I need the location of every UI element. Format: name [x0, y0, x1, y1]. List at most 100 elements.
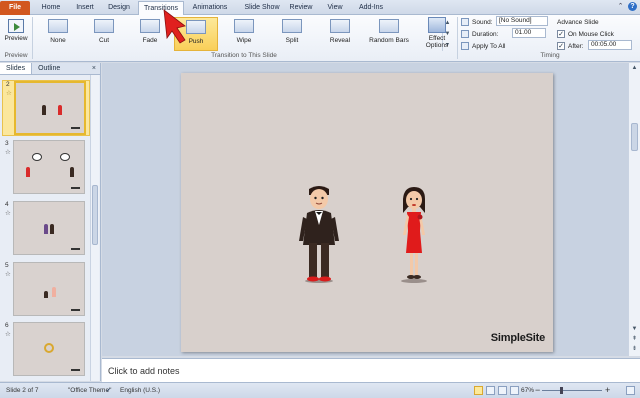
- transition-label: Random Bars: [369, 37, 409, 44]
- bride-figure: [44, 224, 48, 234]
- current-slide[interactable]: SimpleSite: [181, 73, 553, 352]
- ring-icon: [44, 343, 54, 353]
- transition-star-icon: ☆: [5, 210, 11, 217]
- zoom-in-icon[interactable]: +: [605, 385, 610, 395]
- tab-design[interactable]: Design: [103, 1, 135, 15]
- transition-star-icon: ☆: [5, 149, 11, 156]
- spelling-icon[interactable]: ✔: [106, 387, 111, 394]
- zoom-slider[interactable]: [542, 387, 602, 394]
- groom-figure: [50, 224, 54, 234]
- tab-animations[interactable]: Animations: [188, 1, 232, 15]
- zoom-slider-knob[interactable]: [559, 387, 563, 394]
- scroll-up-icon[interactable]: ▲: [630, 64, 639, 73]
- previous-slide-icon[interactable]: ⇞: [630, 335, 639, 344]
- after-checkbox[interactable]: ✓: [557, 42, 565, 50]
- preview-icon: [8, 19, 24, 33]
- tab-add-ins[interactable]: Add-Ins: [354, 1, 388, 15]
- group-divider: [32, 17, 33, 59]
- logo-mark: [71, 248, 80, 250]
- on-mouse-click-checkbox[interactable]: ✓: [557, 30, 565, 38]
- duration-icon: [461, 30, 469, 38]
- slide-counter: Slide 2 of 7: [6, 387, 39, 394]
- apply-to-all-button[interactable]: Apply To All: [461, 41, 505, 51]
- slide-sorter-icon[interactable]: [486, 386, 495, 395]
- ribbon-tab-bar: File Home Insert Design Transitions Anim…: [0, 0, 640, 16]
- slides-scrollbar[interactable]: [90, 75, 99, 381]
- help-icon[interactable]: ?: [628, 2, 637, 11]
- tab-outline[interactable]: Outline: [32, 63, 66, 74]
- slide-thumbnail-2[interactable]: 2 ☆: [2, 80, 90, 136]
- tab-home[interactable]: Home: [36, 1, 66, 15]
- notes-pane[interactable]: Click to add notes: [102, 358, 640, 382]
- transition-cut[interactable]: Cut: [82, 17, 126, 51]
- after-row: ✓ After:: [557, 41, 584, 51]
- reading-view-icon[interactable]: [498, 386, 507, 395]
- transition-split[interactable]: Split: [270, 17, 314, 51]
- slides-scroll-thumb[interactable]: [92, 185, 98, 245]
- group-divider: [457, 17, 458, 59]
- transition-star-icon: ☆: [5, 331, 11, 338]
- transition-random-bars-icon: [379, 19, 399, 33]
- slide-show-view-icon[interactable]: [510, 386, 519, 395]
- tab-view[interactable]: View: [322, 1, 348, 15]
- sound-label: Sound:: [472, 18, 493, 26]
- transition-split-icon: [282, 19, 302, 33]
- editor-scrollbar[interactable]: ▲ ▼ ⇞ ⇟: [628, 63, 640, 356]
- slide-thumbnail-5[interactable]: 5 ☆: [2, 262, 90, 318]
- advance-slide-label: Advance Slide: [557, 18, 599, 26]
- groom-figure: [70, 167, 74, 177]
- after-label: After:: [568, 42, 584, 50]
- groom-illustration: [299, 186, 339, 283]
- slide-number: 2: [6, 81, 10, 88]
- close-pane-icon[interactable]: ×: [92, 63, 96, 74]
- slide-thumbnail-6[interactable]: 6 ☆: [2, 322, 90, 378]
- slide-number: 6: [5, 322, 9, 329]
- zoom-level[interactable]: 67%: [521, 387, 534, 394]
- thought-bubble-icon: [60, 153, 70, 161]
- transition-label: Reveal: [329, 37, 351, 44]
- transition-label: None: [50, 37, 66, 44]
- sound-dropdown[interactable]: [No Sound]: [496, 16, 548, 26]
- effect-options-label-2: Options: [425, 42, 449, 49]
- tab-file[interactable]: File: [0, 1, 30, 15]
- transition-label: Wipe: [236, 37, 252, 44]
- effect-options-button[interactable]: Effect Options: [420, 17, 454, 51]
- preview-button[interactable]: Preview: [2, 19, 30, 49]
- slides-pane: Slides Outline × 2 ☆ 3 ☆ 4 ☆ 5 ☆ 6 ☆: [0, 63, 101, 381]
- zoom-out-icon[interactable]: −: [535, 385, 540, 395]
- theme-name: "Office Theme": [68, 387, 112, 394]
- preview-label: Preview: [4, 35, 28, 42]
- slide-thumbnail-3[interactable]: 3 ☆: [2, 140, 90, 196]
- slide-thumbnail-image: [13, 262, 85, 316]
- notes-placeholder: Click to add notes: [108, 366, 180, 376]
- simplesite-logo: SimpleSite: [490, 332, 545, 344]
- tab-slides[interactable]: Slides: [0, 63, 33, 74]
- pointer-arrow-icon: [163, 9, 186, 44]
- fit-to-window-icon[interactable]: [626, 386, 635, 395]
- tab-review[interactable]: Review: [286, 1, 316, 15]
- scroll-down-icon[interactable]: ▼: [630, 325, 639, 334]
- transition-reveal[interactable]: Reveal: [318, 17, 362, 51]
- next-slide-icon[interactable]: ⇟: [630, 345, 639, 354]
- transition-none[interactable]: None: [36, 17, 80, 51]
- slide-number: 3: [5, 140, 9, 147]
- tab-insert[interactable]: Insert: [70, 1, 100, 15]
- transition-gallery: None Cut Fade Push Wipe Split Reveal Ran…: [34, 16, 450, 51]
- transition-none-icon: [48, 19, 68, 33]
- transition-wipe[interactable]: Wipe: [222, 17, 266, 51]
- slide-number: 4: [5, 201, 9, 208]
- transition-reveal-icon: [330, 19, 350, 33]
- apply-all-label: Apply To All: [472, 42, 506, 50]
- normal-view-icon[interactable]: [474, 386, 483, 395]
- duration-input[interactable]: 01.00: [512, 28, 546, 38]
- transition-star-icon: ☆: [5, 271, 11, 278]
- logo-mark: [71, 187, 80, 189]
- editor-scroll-thumb[interactable]: [631, 123, 638, 151]
- slide-thumbnail-image: [13, 322, 85, 376]
- minimize-ribbon-icon[interactable]: ⌃: [616, 2, 625, 11]
- tab-slide-show[interactable]: Slide Show: [237, 1, 287, 15]
- transition-random-bars[interactable]: Random Bars: [364, 17, 414, 51]
- language-indicator[interactable]: English (U.S.): [120, 387, 160, 394]
- slide-thumbnail-4[interactable]: 4 ☆: [2, 201, 90, 257]
- after-time-input[interactable]: 00:05.00: [588, 40, 632, 50]
